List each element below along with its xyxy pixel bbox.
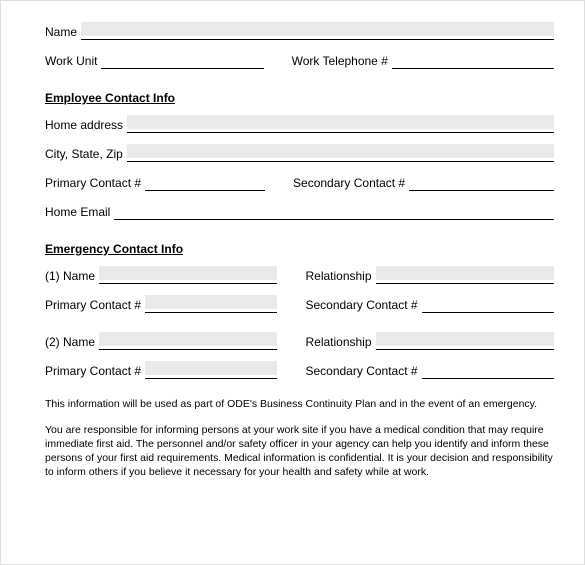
field-home-email[interactable]	[114, 205, 554, 220]
field-home-address[interactable]	[127, 118, 554, 133]
label-emp-primary: Primary Contact #	[45, 175, 145, 191]
field-em1-rel[interactable]	[376, 269, 554, 284]
label-em1-primary: Primary Contact #	[45, 297, 145, 313]
label-name: Name	[45, 24, 81, 40]
row-em2-name: (2) Name Relationship	[45, 334, 554, 350]
field-emp-secondary[interactable]	[409, 176, 554, 191]
row-work: Work Unit Work Telephone #	[45, 53, 554, 69]
row-emp-contacts: Primary Contact # Secondary Contact #	[45, 175, 554, 191]
field-city-state-zip[interactable]	[127, 147, 554, 162]
row-home-address: Home address	[45, 117, 554, 133]
field-work-unit[interactable]	[101, 54, 263, 69]
section-employee: Employee Contact Info	[45, 91, 554, 105]
field-work-tel[interactable]	[392, 54, 554, 69]
row-em2-contacts: Primary Contact # Secondary Contact #	[45, 363, 554, 379]
label-em2-primary: Primary Contact #	[45, 363, 145, 379]
label-emp-secondary: Secondary Contact #	[293, 175, 409, 191]
row-em1-name: (1) Name Relationship	[45, 268, 554, 284]
label-home-address: Home address	[45, 117, 127, 133]
row-city-state-zip: City, State, Zip	[45, 146, 554, 162]
label-em1-secondary: Secondary Contact #	[305, 297, 421, 313]
section-emergency: Emergency Contact Info	[45, 242, 554, 256]
label-city-state-zip: City, State, Zip	[45, 146, 127, 162]
row-home-email: Home Email	[45, 204, 554, 220]
row-em1-contacts: Primary Contact # Secondary Contact #	[45, 297, 554, 313]
field-em2-secondary[interactable]	[422, 364, 554, 379]
label-em1-name: (1) Name	[45, 268, 99, 284]
field-em2-name[interactable]	[99, 335, 277, 350]
field-em1-primary[interactable]	[145, 298, 277, 313]
row-name: Name	[45, 24, 554, 40]
label-work-unit: Work Unit	[45, 53, 101, 69]
field-em1-secondary[interactable]	[422, 298, 554, 313]
field-name[interactable]	[81, 25, 554, 40]
label-em2-name: (2) Name	[45, 334, 99, 350]
label-work-tel: Work Telephone #	[292, 53, 392, 69]
label-em1-rel: Relationship	[305, 268, 375, 284]
disclaimer-1: This information will be used as part of…	[45, 397, 554, 411]
label-home-email: Home Email	[45, 204, 114, 220]
field-em2-rel[interactable]	[376, 335, 554, 350]
label-em2-rel: Relationship	[305, 334, 375, 350]
field-em2-primary[interactable]	[145, 364, 277, 379]
field-emp-primary[interactable]	[145, 176, 265, 191]
label-em2-secondary: Secondary Contact #	[305, 363, 421, 379]
field-em1-name[interactable]	[99, 269, 277, 284]
disclaimer-2: You are responsible for informing person…	[45, 423, 554, 479]
